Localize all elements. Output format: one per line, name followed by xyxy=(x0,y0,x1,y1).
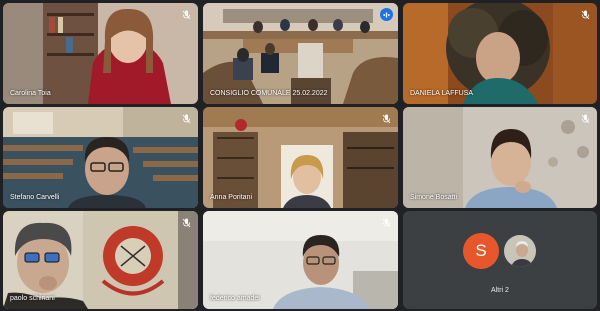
mic-off-icon xyxy=(180,113,192,125)
participant-tile-federico[interactable]: federico amadei xyxy=(203,211,398,309)
participant-tile-paolo[interactable]: paolo schiriani xyxy=(3,211,198,309)
participant-name: federico amadei xyxy=(210,295,260,302)
participant-name: Simone Bosatti xyxy=(410,194,458,201)
participant-name: paolo schiriani xyxy=(10,295,55,302)
video-feed xyxy=(3,3,198,104)
video-feed xyxy=(203,3,398,104)
mic-off-icon xyxy=(579,9,591,21)
video-feed xyxy=(3,107,198,208)
participant-tile-simone[interactable]: Simone Bosatti xyxy=(403,107,597,208)
participant-tile-anna[interactable]: Anna Poritani xyxy=(203,107,398,208)
mic-off-icon xyxy=(180,217,192,229)
participant-name: Stefano Carvelli xyxy=(10,194,60,201)
participant-tile-carolina[interactable]: Carolina Toia xyxy=(3,3,198,104)
participant-name: DANIELA LAFFUSA xyxy=(410,90,474,97)
mic-off-icon xyxy=(380,113,392,125)
video-feed xyxy=(403,3,597,104)
avatar-letter: S xyxy=(475,241,487,260)
video-feed xyxy=(203,107,398,208)
participant-avatar: S xyxy=(463,233,499,269)
mic-off-icon xyxy=(579,113,591,125)
participant-name: Carolina Toia xyxy=(10,90,51,97)
participant-tile-stefano[interactable]: Stefano Carvelli xyxy=(3,107,198,208)
participant-name: CONSIGLIO COMUNALE 25.02.2022 xyxy=(210,90,328,97)
participant-name: Anna Poritani xyxy=(210,194,253,201)
others-count-label: Altri 2 xyxy=(491,287,509,294)
participant-tile-consiglio-comunale[interactable]: CONSIGLIO COMUNALE 25.02.2022 xyxy=(203,3,398,104)
mic-off-icon xyxy=(380,217,392,229)
participant-tile-daniela[interactable]: DANIELA LAFFUSA xyxy=(403,3,597,104)
mic-off-icon xyxy=(180,9,192,21)
audio-level-icon xyxy=(380,8,393,21)
participant-avatar-photo xyxy=(502,233,538,269)
others-tile[interactable]: S Altri 2 xyxy=(403,211,597,309)
video-feed xyxy=(403,107,597,208)
